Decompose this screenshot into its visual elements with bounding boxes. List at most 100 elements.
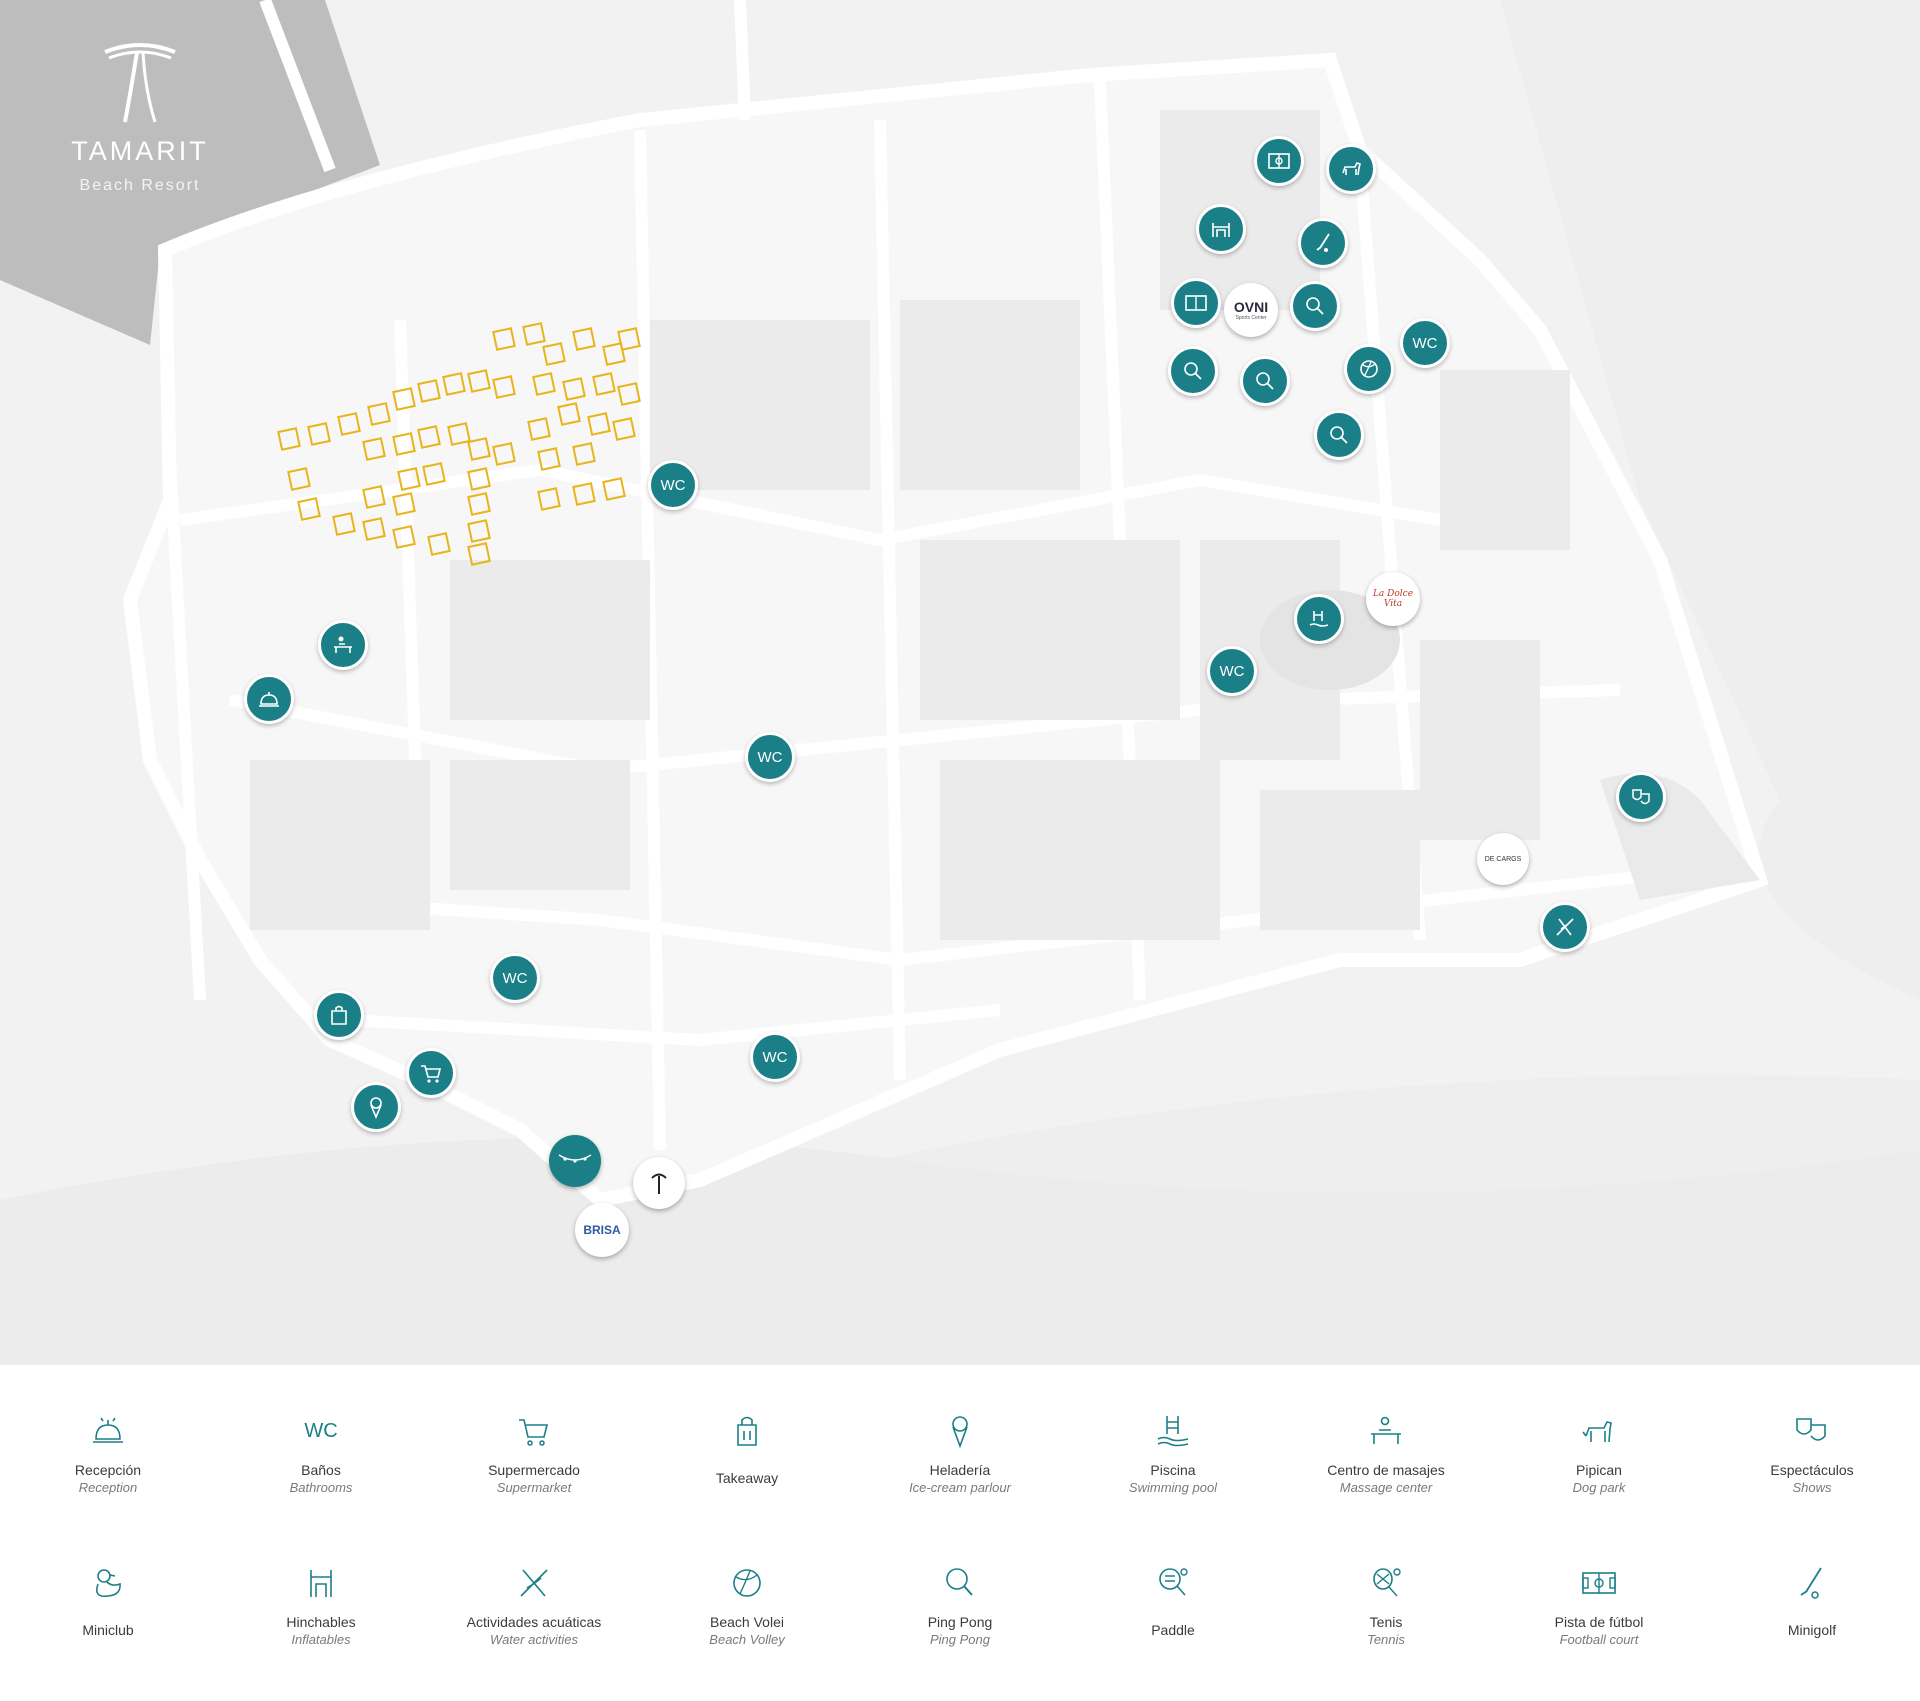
inflatables-pin[interactable] [1196, 204, 1246, 254]
legend-item-football-court: Pista de fútbol Football court [1499, 1562, 1699, 1647]
legend: Recepción Reception WC Baños Bathrooms S… [0, 1365, 1920, 1701]
legend-item-ice-cream: Heladería Ice-cream parlour [860, 1410, 1060, 1495]
legend-label-es: Minigolf [1787, 1622, 1837, 1638]
minigolf-pin[interactable] [1298, 218, 1348, 268]
ice-cream-pin[interactable] [351, 1082, 401, 1132]
paddle-icon [1159, 1568, 1188, 1596]
supermarket-pin[interactable] [406, 1048, 456, 1098]
water-activities-pin[interactable] [1540, 902, 1590, 952]
legend-label-en: Shows [1792, 1480, 1832, 1495]
reception-pin[interactable] [244, 674, 294, 724]
ping-pong-pin[interactable] [1240, 356, 1290, 406]
minigolf-icon [1800, 1567, 1822, 1599]
ovni-sub: Sports Center [1235, 315, 1267, 321]
de-cargs-marker[interactable]: DE CARGS [1477, 833, 1529, 885]
takeaway-bag-icon [737, 1416, 757, 1446]
football-court-pin-2[interactable] [1171, 278, 1221, 328]
beach-bar-marker[interactable] [549, 1135, 601, 1187]
ping-pong-icon [946, 1568, 973, 1596]
legend-item-water-activities: Actividades acuáticas Water activities [434, 1562, 634, 1647]
legend-label-es: Ping Pong [927, 1614, 993, 1630]
wc-icon: WC [304, 1420, 338, 1442]
legend-item-ping-pong: Ping Pong Ping Pong [860, 1562, 1060, 1647]
bouncy-castle-icon [310, 1570, 332, 1597]
wc-label: WC [1412, 334, 1438, 352]
pool-pin[interactable] [1294, 594, 1344, 644]
tamarit-logo: TAMARIT Beach Resort [40, 40, 240, 195]
ice-cream-icon [952, 1416, 968, 1449]
wc-label: WC [502, 969, 528, 987]
brand-name: TAMARIT [71, 136, 209, 166]
legend-label-en: Water activities [490, 1632, 578, 1647]
takeaway-pin[interactable] [314, 990, 364, 1040]
legend-item-reception: Recepción Reception [8, 1410, 208, 1495]
legend-label-es: Baños [301, 1462, 341, 1478]
legend-label-en: Inflatables [291, 1632, 351, 1647]
legend-label-en: Swimming pool [1128, 1480, 1218, 1495]
tennis-pin-2[interactable] [1314, 410, 1364, 460]
legend-label-en: Dog park [1572, 1480, 1626, 1495]
legend-label-es: Miniclub [82, 1622, 134, 1638]
beach-volley-pin[interactable] [1344, 344, 1394, 394]
reception-bell-icon [93, 1417, 123, 1443]
resort-map[interactable]: TAMARIT Beach Resort WC WC WC WC WC WC O… [0, 0, 1920, 1365]
legend-label-en: Ice-cream parlour [909, 1480, 1011, 1495]
wc-pin-west[interactable]: WC [490, 953, 540, 1003]
wc-label: WC [1219, 662, 1245, 680]
ping-pong-icon [1256, 372, 1274, 390]
legend-label-es: Piscina [1150, 1462, 1196, 1478]
legend-label-en: Ping Pong [930, 1632, 990, 1647]
paddle-icon [1184, 362, 1202, 380]
dolce-vita-name: La Dolce Vita [1372, 589, 1414, 609]
wc-pin-pool[interactable]: WC [1207, 646, 1257, 696]
volleyball-icon [1360, 360, 1378, 378]
de-cargs-name: DE CARGS [1484, 855, 1522, 863]
dog-park-pin[interactable] [1326, 144, 1376, 194]
bouncy-castle-icon [1212, 223, 1230, 237]
legend-label-en: Football court [1559, 1632, 1639, 1647]
legend-label-es: Beach Volei [710, 1614, 784, 1630]
chiringuito-marker[interactable] [633, 1157, 685, 1209]
brand-subtitle: Beach Resort [79, 177, 201, 194]
legend-item-beach-volley: Beach Volei Beach Volley [647, 1562, 847, 1647]
volleyball-icon [733, 1569, 761, 1597]
wc-pin-plots[interactable]: WC [648, 460, 698, 510]
legend-label-es: Takeaway [715, 1470, 779, 1486]
wc-pin-south[interactable]: WC [750, 1032, 800, 1082]
legend-label-es: Hinchables [286, 1614, 356, 1630]
legend-label-es: Heladería [929, 1462, 991, 1478]
tennis-icon [1306, 297, 1324, 315]
legend-item-inflatables: Hinchables Inflatables [221, 1562, 421, 1647]
football-court-pin[interactable] [1254, 136, 1304, 186]
palm-logo-icon [104, 43, 176, 123]
massage-pin[interactable] [318, 620, 368, 670]
theatre-masks-icon [1796, 1418, 1826, 1441]
legend-label-es: Pista de fútbol [1554, 1614, 1644, 1630]
tennis-icon [1330, 426, 1348, 444]
massage-icon [1371, 1416, 1401, 1444]
wc-pin-ne[interactable]: WC [1400, 318, 1450, 368]
shows-pin[interactable] [1616, 772, 1666, 822]
brisa-name: BRISA [583, 1223, 621, 1237]
legend-item-dog-park: Pipican Dog park [1499, 1410, 1699, 1495]
wc-pin-central[interactable]: WC [745, 732, 795, 782]
ovni-sports-center-marker[interactable]: OVNI Sports Center [1224, 283, 1278, 337]
takeaway-bag-icon [331, 1005, 347, 1025]
la-dolce-vita-marker[interactable]: La Dolce Vita [1366, 572, 1420, 626]
dog-icon [1342, 162, 1361, 176]
legend-item-takeaway: Takeaway [647, 1410, 847, 1486]
tennis-icon [1373, 1568, 1401, 1597]
massage-icon [334, 636, 352, 653]
legend-item-massage: Centro de masajes Massage center [1286, 1410, 1486, 1495]
legend-label-es: Recepción [74, 1462, 142, 1478]
paddle-pin[interactable] [1168, 346, 1218, 396]
brisa-marker[interactable]: BRISA [575, 1203, 629, 1257]
legend-label-es: Pipican [1576, 1462, 1622, 1478]
cart-icon [421, 1065, 442, 1083]
wc-label: WC [762, 1048, 788, 1066]
legend-label-en: Supermarket [496, 1480, 572, 1495]
legend-label-es: Actividades acuáticas [466, 1614, 602, 1630]
tennis-pin[interactable] [1290, 281, 1340, 331]
pool-ladder-icon [1157, 1416, 1189, 1447]
legend-label-en: Tennis [1367, 1632, 1405, 1647]
